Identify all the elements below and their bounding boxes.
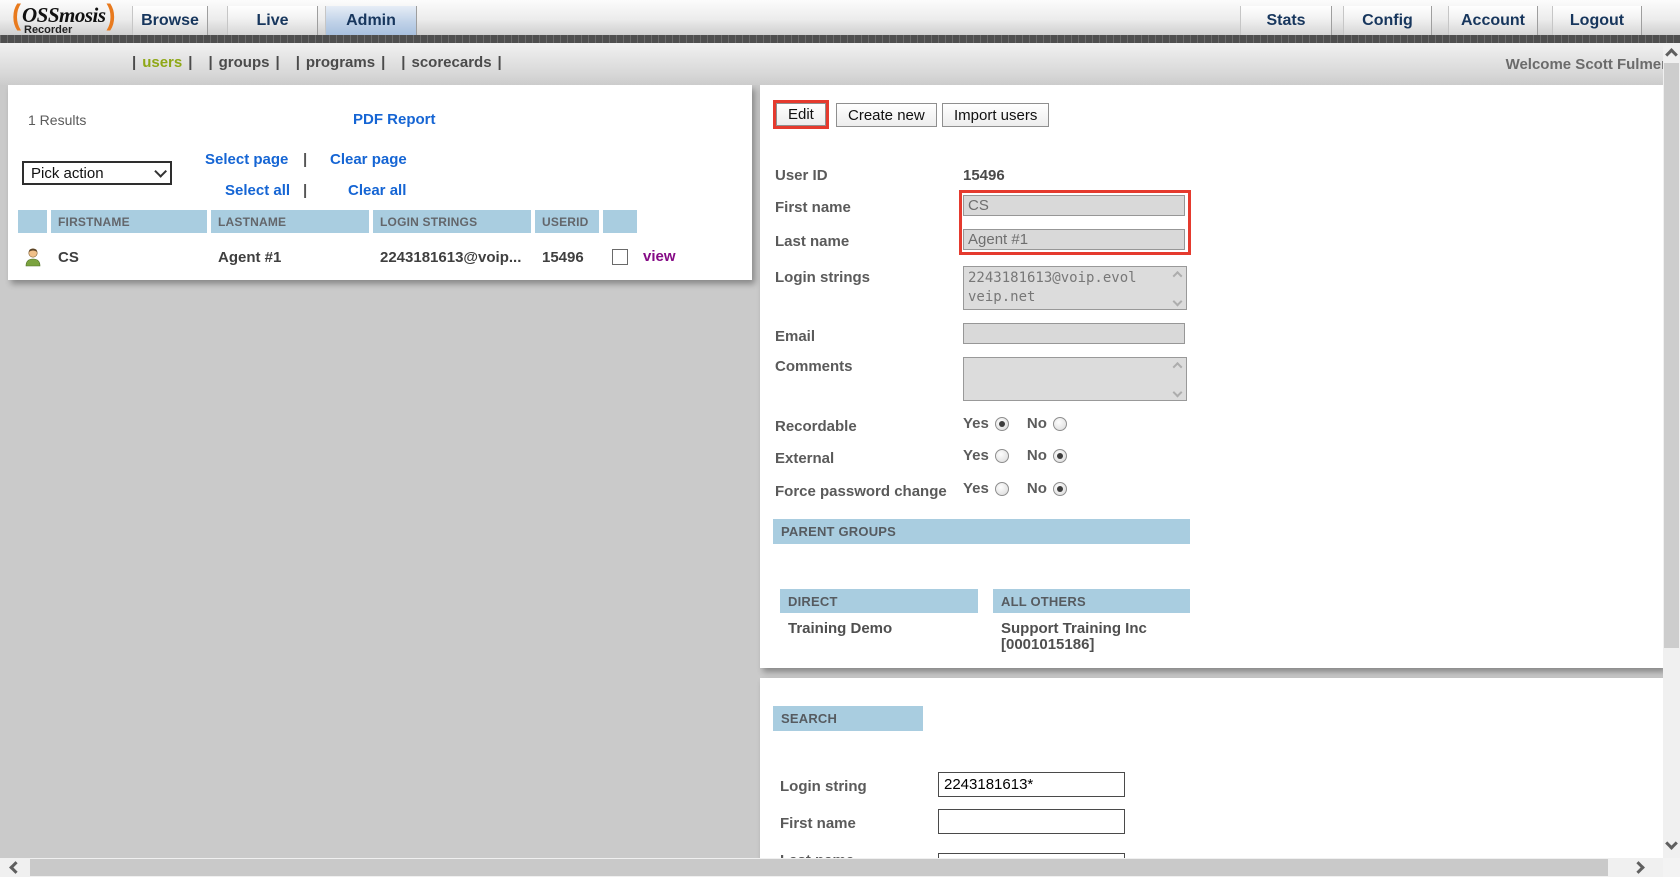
comments-field [963, 357, 1187, 401]
parent-groups-header: PARENT GROUPS [773, 519, 1190, 544]
cell-lastname: Agent #1 [211, 242, 369, 272]
sub-navbar: | users | | groups | | programs | | scor… [0, 43, 1680, 85]
logo-swoosh-right: ) [107, 0, 116, 31]
force-password-change-label: Force password change [775, 483, 947, 500]
tab-stats[interactable]: Stats [1240, 6, 1332, 35]
first-name-field [963, 195, 1185, 216]
email-label: Email [775, 328, 815, 345]
select-page-link[interactable]: Select page [205, 151, 288, 168]
force-password-radio-group: Yes No [963, 480, 1079, 497]
row-checkbox[interactable] [612, 249, 628, 265]
app-logo: ( OSSmosis ) Recorder [12, 0, 116, 35]
login-strings-field: 2243181613@voip.evolveip.net [963, 266, 1187, 310]
pdf-report-link[interactable]: PDF Report [353, 111, 436, 128]
clear-all-link[interactable]: Clear all [348, 182, 406, 199]
scroll-up-arrow-icon[interactable] [1665, 48, 1678, 61]
scroll-right-arrow-icon[interactable] [1632, 861, 1645, 874]
user-id-value: 15496 [963, 167, 1005, 184]
chevron-down-icon [154, 165, 167, 178]
tab-browse[interactable]: Browse [132, 6, 208, 35]
user-id-label: User ID [775, 167, 828, 184]
external-label: External [775, 450, 834, 467]
results-panel: 1 Results PDF Report Select page | Clear… [8, 85, 752, 280]
scroll-up-icon[interactable] [1173, 362, 1183, 372]
recordable-radio-group: Yes No [963, 415, 1079, 432]
tab-account[interactable]: Account [1448, 6, 1538, 35]
clear-page-link[interactable]: Clear page [330, 151, 407, 168]
horizontal-scroll-thumb[interactable] [30, 859, 1608, 876]
all-others-group-item: Support Training Inc [0001015186] [1001, 621, 1176, 653]
cell-login-strings: 2243181613@voip... [373, 242, 531, 272]
search-first-name-label: First name [780, 815, 856, 832]
scroll-down-arrow-icon[interactable] [1665, 837, 1678, 850]
direct-groups-header: DIRECT [780, 589, 978, 613]
scroll-up-icon[interactable] [1173, 271, 1183, 281]
cell-firstname: CS [51, 242, 207, 272]
table-header-row: FIRSTNAME LASTNAME LOGIN STRINGS USERID [18, 210, 637, 233]
header-icon-col [18, 210, 47, 233]
results-count: 1 Results [28, 112, 86, 128]
cell-userid: 15496 [535, 242, 599, 272]
scroll-left-arrow-icon[interactable] [9, 861, 22, 874]
pick-action-dropdown[interactable]: Pick action [22, 161, 172, 185]
create-new-button[interactable]: Create new [836, 103, 937, 127]
header-userid: USERID [535, 210, 599, 233]
edit-button[interactable]: Edit [776, 103, 826, 126]
comments-label: Comments [775, 358, 853, 375]
textarea-scrollbar[interactable] [1170, 268, 1185, 308]
recordable-yes-radio[interactable] [995, 417, 1009, 431]
header-lastname: LASTNAME [211, 210, 369, 233]
email-field [963, 323, 1185, 344]
search-login-string-label: Login string [780, 778, 867, 795]
direct-group-item: Training Demo [788, 621, 892, 637]
external-radio-group: Yes No [963, 447, 1079, 464]
vertical-scrollbar[interactable] [1663, 43, 1680, 858]
recordable-label: Recordable [775, 418, 857, 435]
search-first-name-input[interactable] [938, 809, 1125, 834]
scroll-down-icon[interactable] [1173, 297, 1183, 307]
logo-swoosh-left: ( [12, 0, 21, 31]
vertical-scroll-thumb[interactable] [1664, 63, 1679, 648]
last-name-field [963, 229, 1185, 250]
first-name-label: First name [775, 199, 851, 216]
recordable-no-radio[interactable] [1053, 417, 1067, 431]
force-password-no-radio[interactable] [1053, 482, 1067, 496]
tab-config[interactable]: Config [1343, 6, 1432, 35]
view-link[interactable]: view [643, 248, 676, 265]
admin-section-nav: | users | | groups | | programs | | scor… [132, 54, 502, 71]
horizontal-scrollbar[interactable] [0, 858, 1663, 877]
all-others-header: ALL OTHERS [993, 589, 1190, 613]
login-strings-label: Login strings [775, 269, 870, 286]
scroll-down-icon[interactable] [1173, 388, 1183, 398]
header-actions-col [603, 210, 637, 233]
force-password-yes-radio[interactable] [995, 482, 1009, 496]
nav-item-users[interactable]: | users | [132, 54, 192, 71]
search-panel: SEARCH Login string First name Last name [760, 678, 1663, 858]
textarea-scrollbar[interactable] [1170, 359, 1185, 399]
search-login-string-input[interactable] [938, 772, 1125, 797]
user-avatar-icon [24, 247, 42, 267]
tab-admin[interactable]: Admin [325, 6, 417, 35]
header-login-strings: LOGIN STRINGS [373, 210, 531, 233]
edit-annotation-highlight: Edit [773, 100, 829, 129]
last-name-label: Last name [775, 233, 849, 250]
search-header: SEARCH [773, 706, 923, 731]
navbar-divider [0, 35, 1680, 43]
top-navbar: ( OSSmosis ) Recorder Browse Live Admin … [0, 0, 1680, 35]
header-firstname: FIRSTNAME [51, 210, 207, 233]
tab-logout[interactable]: Logout [1552, 6, 1642, 35]
user-detail-panel: Edit Create new Import users User ID 154… [760, 85, 1663, 668]
external-no-radio[interactable] [1053, 449, 1067, 463]
welcome-user-text: Welcome Scott Fulmer [1506, 56, 1667, 73]
tab-live[interactable]: Live [227, 6, 318, 35]
nav-item-groups[interactable]: | groups | [208, 54, 279, 71]
import-users-button[interactable]: Import users [942, 103, 1049, 127]
select-all-link[interactable]: Select all [225, 182, 290, 199]
scrollbar-corner [1663, 858, 1680, 877]
table-row: CS Agent #1 2243181613@voip... 15496 [18, 242, 637, 272]
nav-item-scorecards[interactable]: | scorecards | [401, 54, 501, 71]
external-yes-radio[interactable] [995, 449, 1009, 463]
nav-item-programs[interactable]: | programs | [296, 54, 386, 71]
